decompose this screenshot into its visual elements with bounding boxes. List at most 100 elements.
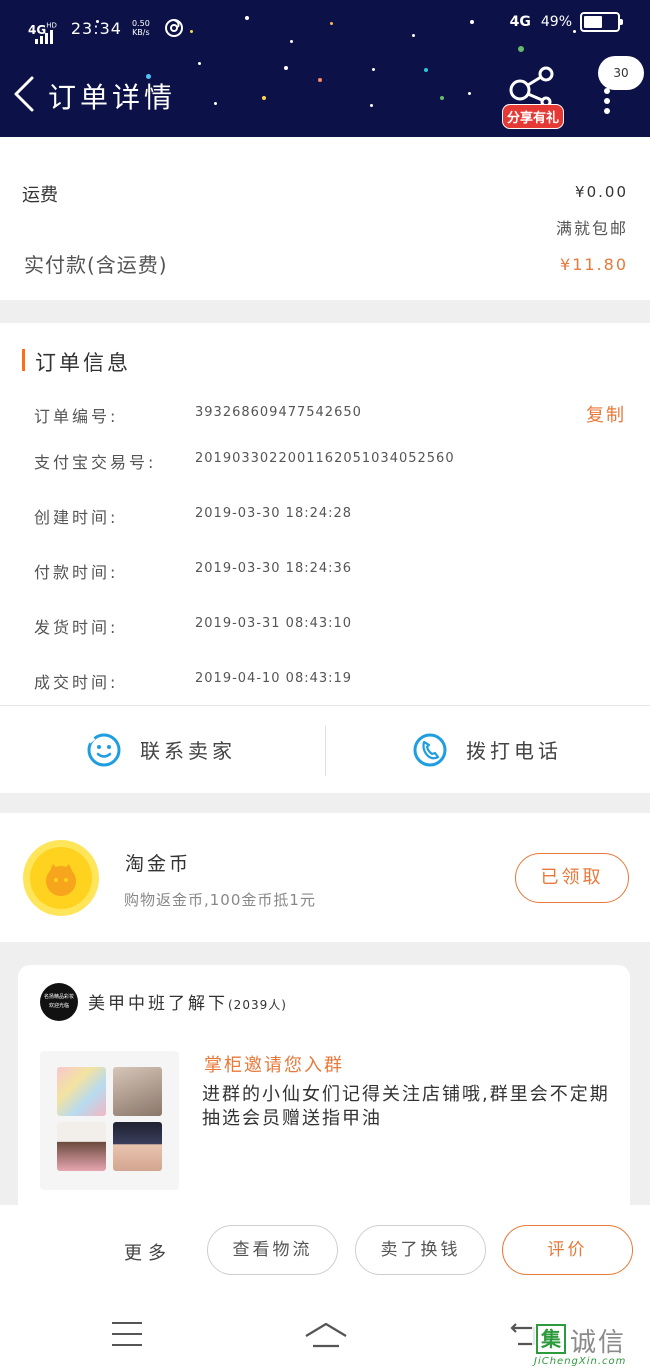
star — [214, 102, 217, 105]
contact-seller-button[interactable]: 联系卖家 — [86, 706, 236, 793]
page-title: 订单详情 — [48, 81, 177, 114]
network-label-right: 4G — [509, 14, 531, 30]
system-nav-bar: 集 诚信 JiChengXin.com — [0, 1300, 650, 1372]
more-button[interactable]: 更多 — [124, 1239, 172, 1265]
status-bar-right: 4G 49% — [509, 12, 623, 32]
network-sub-label: HD — [46, 21, 57, 30]
star — [412, 34, 415, 37]
call-phone-label: 拨打电话 — [466, 739, 562, 763]
info-row-shipped: 发货时间: 2019-03-31 08:43:10 — [0, 614, 650, 644]
order-info-section: 订单信息 订单编号: 393268609477542650 复制 支付宝交易号:… — [0, 323, 650, 793]
star — [290, 40, 293, 43]
group-description: 进群的小仙女们记得关注店铺哦,群里会不定期抽选会员赠送指甲油 — [202, 1084, 610, 1129]
chat-smile-icon — [87, 733, 121, 766]
star — [318, 78, 322, 82]
info-row-paid: 付款时间: 2019-03-30 18:24:36 — [0, 559, 650, 589]
star — [468, 92, 471, 95]
group-name: 美甲中班了解下(2039人) — [88, 989, 287, 1014]
star — [190, 30, 193, 33]
star — [470, 20, 474, 24]
group-thumbnail — [40, 1051, 179, 1190]
thumbnail-image — [113, 1067, 162, 1116]
phone-icon — [413, 733, 447, 766]
message-bubble[interactable]: 30 — [598, 56, 644, 90]
star — [372, 68, 375, 71]
order-info-title: 订单信息 — [35, 351, 131, 375]
info-row-created: 创建时间: 2019-03-30 18:24:28 — [0, 504, 650, 534]
avatar-text: 名扬精品彩妆 — [43, 994, 74, 1000]
shipping-note: 满就包邮 — [555, 219, 628, 238]
info-value: 2019033022001162051034052560 — [195, 451, 455, 466]
star — [245, 16, 249, 20]
watermark: 集 诚信 JiChengXin.com — [532, 1314, 648, 1370]
info-value: 2019-04-10 08:43:19 — [195, 671, 353, 686]
back-arrow-icon[interactable] — [10, 74, 38, 114]
battery-percent: 49% — [540, 14, 572, 30]
info-key: 成交时间: — [34, 673, 119, 692]
thumbnail-image — [57, 1122, 106, 1171]
info-value: 2019-03-30 18:24:28 — [195, 506, 353, 521]
info-key: 支付宝交易号: — [34, 453, 157, 472]
speed-value: 0.50 — [131, 19, 150, 28]
star — [440, 96, 444, 100]
fee-section: 运费 ¥0.00 满就包邮 实付款(含运费) ¥11.80 — [0, 137, 650, 300]
share-label: 分享有礼 — [502, 104, 565, 129]
shipping-label: 运费 — [22, 185, 58, 206]
star — [198, 62, 201, 65]
watermark-url: JiChengXin.com — [534, 1356, 627, 1367]
star — [424, 68, 428, 72]
info-value: 393268609477542650 — [195, 405, 362, 420]
clock: 23:34 — [70, 18, 122, 38]
watermark-logo: 集 — [536, 1324, 566, 1354]
info-row-alipay-number: 支付宝交易号: 2019033022001162051034052560 — [0, 449, 650, 479]
gold-coin-section: 淘金币 购物返金币,100金币抵1元 已领取 — [0, 813, 650, 942]
call-phone-button[interactable]: 拨打电话 — [412, 706, 562, 793]
divider — [325, 726, 326, 776]
star — [518, 46, 524, 52]
group-avatar: 名扬精品彩妆 欢迎光临 — [40, 983, 78, 1021]
more-menu-icon[interactable] — [603, 88, 611, 114]
shipping-value: ¥0.00 — [575, 183, 628, 201]
group-name-text: 美甲中班了解下 — [88, 994, 228, 1014]
home-icon[interactable] — [303, 1320, 349, 1350]
sell-for-cash-button[interactable]: 卖了换钱 — [355, 1225, 486, 1275]
view-logistics-button[interactable]: 查看物流 — [207, 1225, 338, 1275]
star — [330, 22, 333, 25]
recent-apps-icon[interactable] — [112, 1322, 142, 1346]
info-row-completed: 成交时间: 2019-04-10 08:43:19 — [0, 669, 650, 699]
copy-button[interactable]: 复制 — [586, 401, 626, 427]
share-button[interactable]: 分享有礼 — [500, 64, 566, 129]
status-bar-left: 4GHD 23:34 0.50 KB/s — [28, 12, 184, 44]
netease-music-icon — [164, 19, 183, 37]
group-invite-title: 掌柜邀请您入群 — [204, 1055, 344, 1076]
paid-value: ¥11.80 — [560, 255, 628, 274]
bottom-action-bar: 更多 查看物流 卖了换钱 评价 — [0, 1205, 650, 1300]
star — [284, 66, 288, 70]
group-member-count: (2039人) — [228, 998, 287, 1012]
gold-coin-title: 淘金币 — [125, 853, 192, 875]
info-key: 创建时间: — [34, 508, 119, 527]
review-button[interactable]: 评价 — [502, 1225, 633, 1275]
info-value: 2019-03-30 18:24:36 — [195, 561, 353, 576]
contact-seller-label: 联系卖家 — [140, 739, 236, 763]
info-row-order-number: 订单编号: 393268609477542650 复制 — [0, 403, 650, 433]
info-value: 2019-03-31 08:43:10 — [195, 616, 353, 631]
header: 4GHD 23:34 0.50 KB/s 4G 49% 订单详情 分享有礼 30 — [0, 0, 650, 137]
share-icon — [509, 66, 554, 108]
claimed-button[interactable]: 已领取 — [515, 853, 629, 903]
battery-icon — [580, 12, 623, 32]
network-speed: 0.50 KB/s — [132, 19, 150, 37]
thumbnail-image — [113, 1122, 162, 1171]
gold-coin-desc: 购物返金币,100金币抵1元 — [124, 891, 316, 909]
star — [370, 104, 373, 107]
info-key: 发货时间: — [34, 618, 119, 637]
avatar-text: 欢迎光临 — [48, 1003, 69, 1009]
group-invite-card[interactable]: 名扬精品彩妆 欢迎光临 美甲中班了解下(2039人) 掌柜邀请您入群 进群的小仙… — [18, 965, 630, 1225]
star — [262, 96, 266, 100]
watermark-text: 诚信 — [570, 1328, 627, 1358]
info-key: 付款时间: — [34, 563, 119, 582]
speed-unit: KB/s — [132, 28, 150, 37]
section-accent-bar — [22, 349, 25, 371]
paid-label: 实付款(含运费) — [24, 253, 168, 277]
contact-bar: 联系卖家 拨打电话 — [0, 706, 650, 793]
